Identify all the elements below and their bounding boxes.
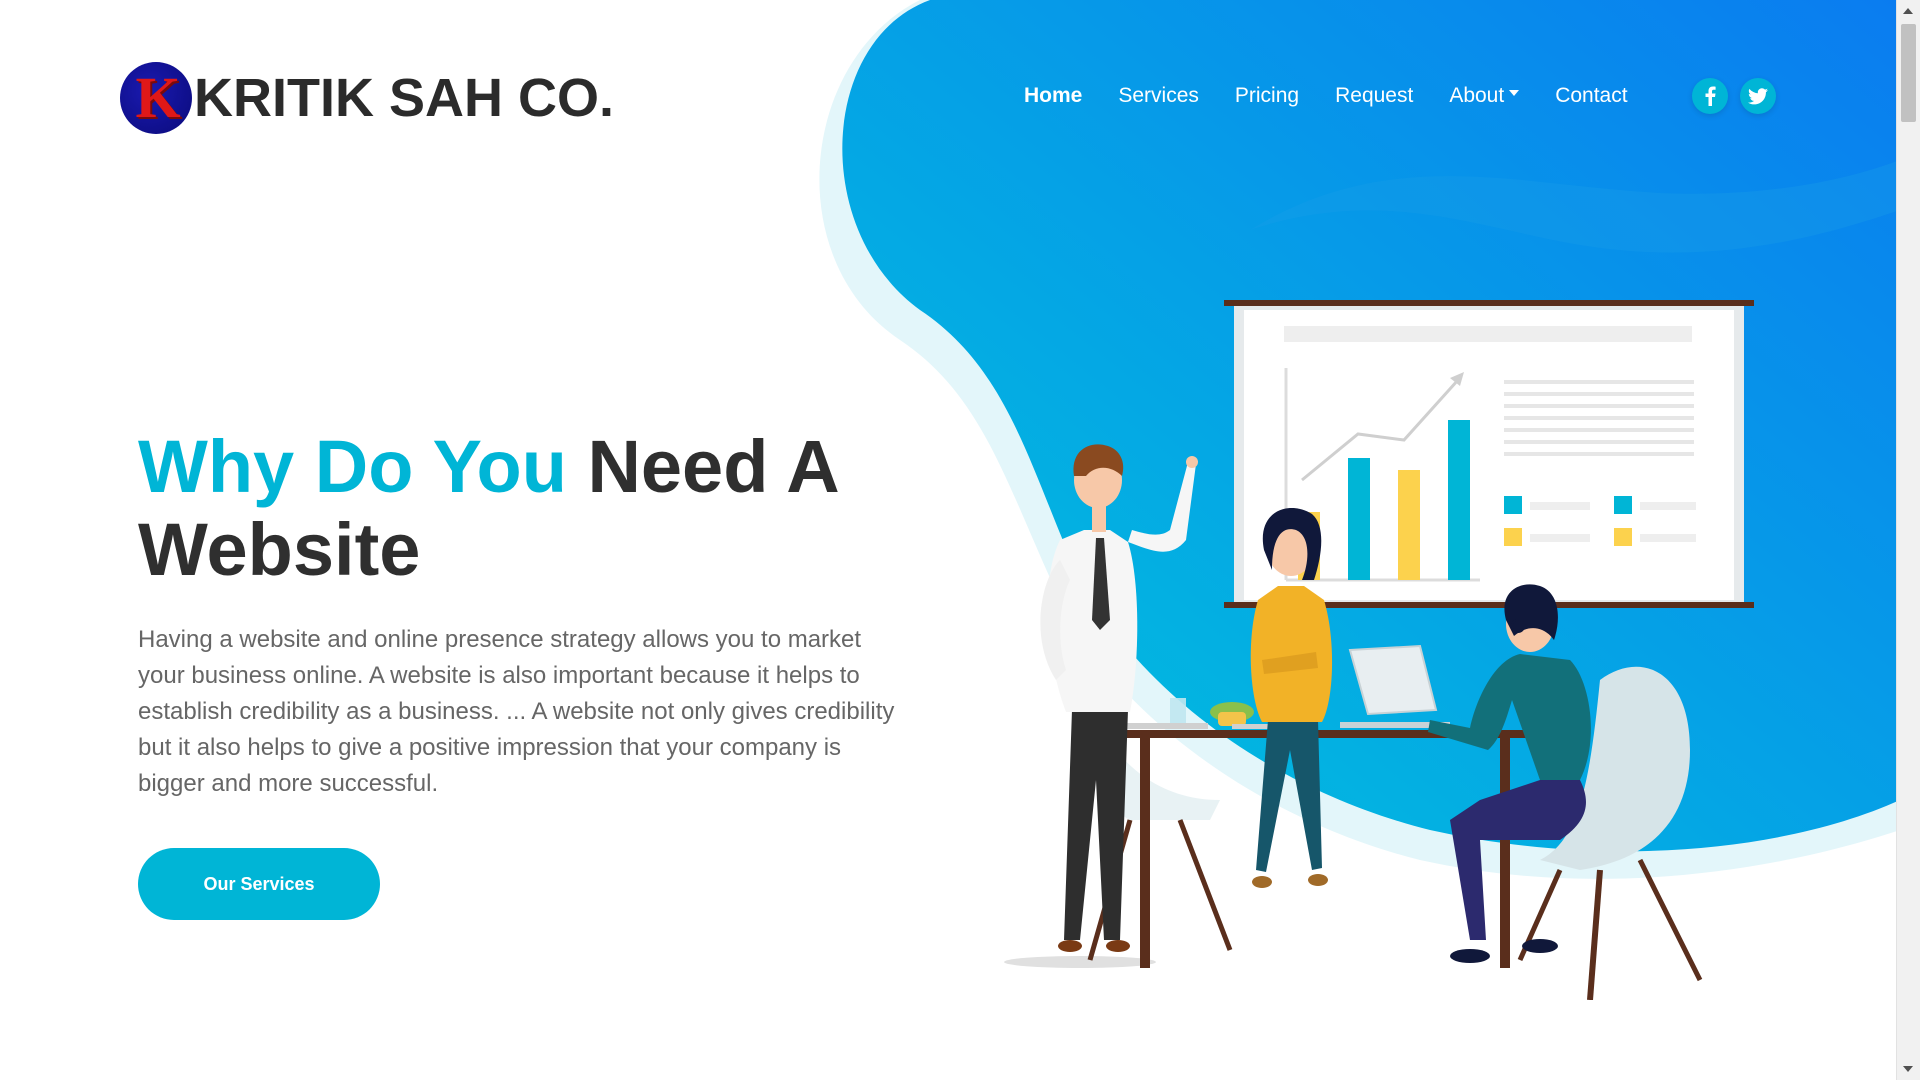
page-scrollbar[interactable] <box>1896 0 1920 1080</box>
nav-item-services[interactable]: Services <box>1118 84 1199 108</box>
twitter-icon[interactable] <box>1740 78 1776 114</box>
main-nav: Home Services Pricing Request About Cont… <box>1024 84 1664 108</box>
nav-item-about[interactable]: About <box>1449 84 1520 108</box>
nav-item-label: Home <box>1024 84 1083 107</box>
brand-logo[interactable]: K KRITIK SAH CO. <box>120 62 614 134</box>
nav-item-request[interactable]: Request <box>1335 84 1413 108</box>
scroll-down-icon[interactable] <box>1903 1066 1913 1072</box>
nav-item-label: Services <box>1118 84 1199 107</box>
logo-mark: K <box>120 62 192 134</box>
hero-title-accent: Why Do You <box>138 425 567 508</box>
facebook-icon[interactable] <box>1692 78 1728 114</box>
nav-item-contact[interactable]: Contact <box>1555 84 1627 108</box>
scroll-up-icon[interactable] <box>1903 8 1913 14</box>
brand-name: KRITIK SAH CO. <box>194 68 615 128</box>
chevron-down-icon <box>1509 90 1520 96</box>
nav-item-label: Contact <box>1555 84 1628 107</box>
page: K KRITIK SAH CO. Home Services Pricing R… <box>0 0 1920 1080</box>
hero-description: Having a website and online presence str… <box>138 626 895 797</box>
our-services-button[interactable]: Our Services <box>138 848 380 920</box>
nav-item-pricing[interactable]: Pricing <box>1235 84 1299 108</box>
nav-item-label: About <box>1449 84 1505 107</box>
social-links <box>1692 78 1788 114</box>
nav-item-label: Pricing <box>1234 84 1300 107</box>
hero-title: Why Do You Need A Website <box>138 425 898 591</box>
team-meeting-illustration <box>1004 300 1754 1000</box>
scrollbar-thumb[interactable] <box>1901 24 1916 122</box>
nav-item-label: Request <box>1335 84 1414 107</box>
logo-letter: K <box>135 65 181 130</box>
nav-item-home[interactable]: Home <box>1024 84 1082 108</box>
